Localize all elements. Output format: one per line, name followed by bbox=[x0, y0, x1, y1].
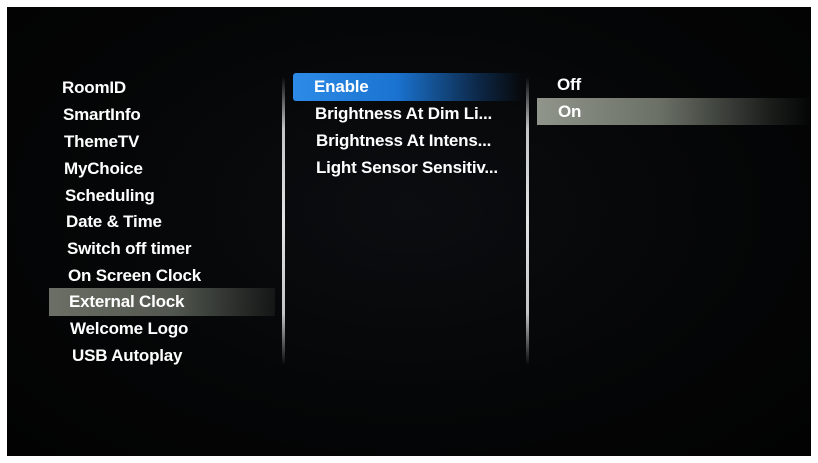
setting-brightness-at-intense-light[interactable]: Brightness At Intens... bbox=[316, 128, 491, 154]
menu-item-date-time[interactable]: Date & Time bbox=[66, 209, 162, 235]
setting-light-sensor-sensitivity[interactable]: Light Sensor Sensitiv... bbox=[316, 155, 498, 181]
menu-item-scheduling[interactable]: Scheduling bbox=[65, 183, 155, 209]
menu-item-on-screen-clock[interactable]: On Screen Clock bbox=[68, 263, 201, 289]
menu-item-roomid[interactable]: RoomID bbox=[62, 75, 126, 101]
option-on[interactable]: On bbox=[558, 99, 581, 125]
menu-item-themetv[interactable]: ThemeTV bbox=[64, 129, 139, 155]
menu-item-usb-autoplay[interactable]: USB Autoplay bbox=[72, 343, 183, 369]
settings-category-list: RoomID SmartInfo ThemeTV MyChoice Schedu… bbox=[7, 7, 279, 456]
setting-enable[interactable]: Enable bbox=[314, 74, 369, 100]
column-divider-left bbox=[282, 77, 285, 365]
tv-settings-screen: RoomID SmartInfo ThemeTV MyChoice Schedu… bbox=[7, 7, 811, 456]
setting-brightness-at-dim-light[interactable]: Brightness At Dim Li... bbox=[315, 101, 492, 127]
menu-item-external-clock[interactable]: External Clock bbox=[69, 289, 185, 315]
menu-item-smartinfo[interactable]: SmartInfo bbox=[63, 102, 141, 128]
menu-item-switch-off-timer[interactable]: Switch off timer bbox=[67, 236, 192, 262]
option-off[interactable]: Off bbox=[557, 72, 581, 98]
menu-item-mychoice[interactable]: MyChoice bbox=[64, 156, 143, 182]
menu-item-welcome-logo[interactable]: Welcome Logo bbox=[70, 316, 188, 342]
